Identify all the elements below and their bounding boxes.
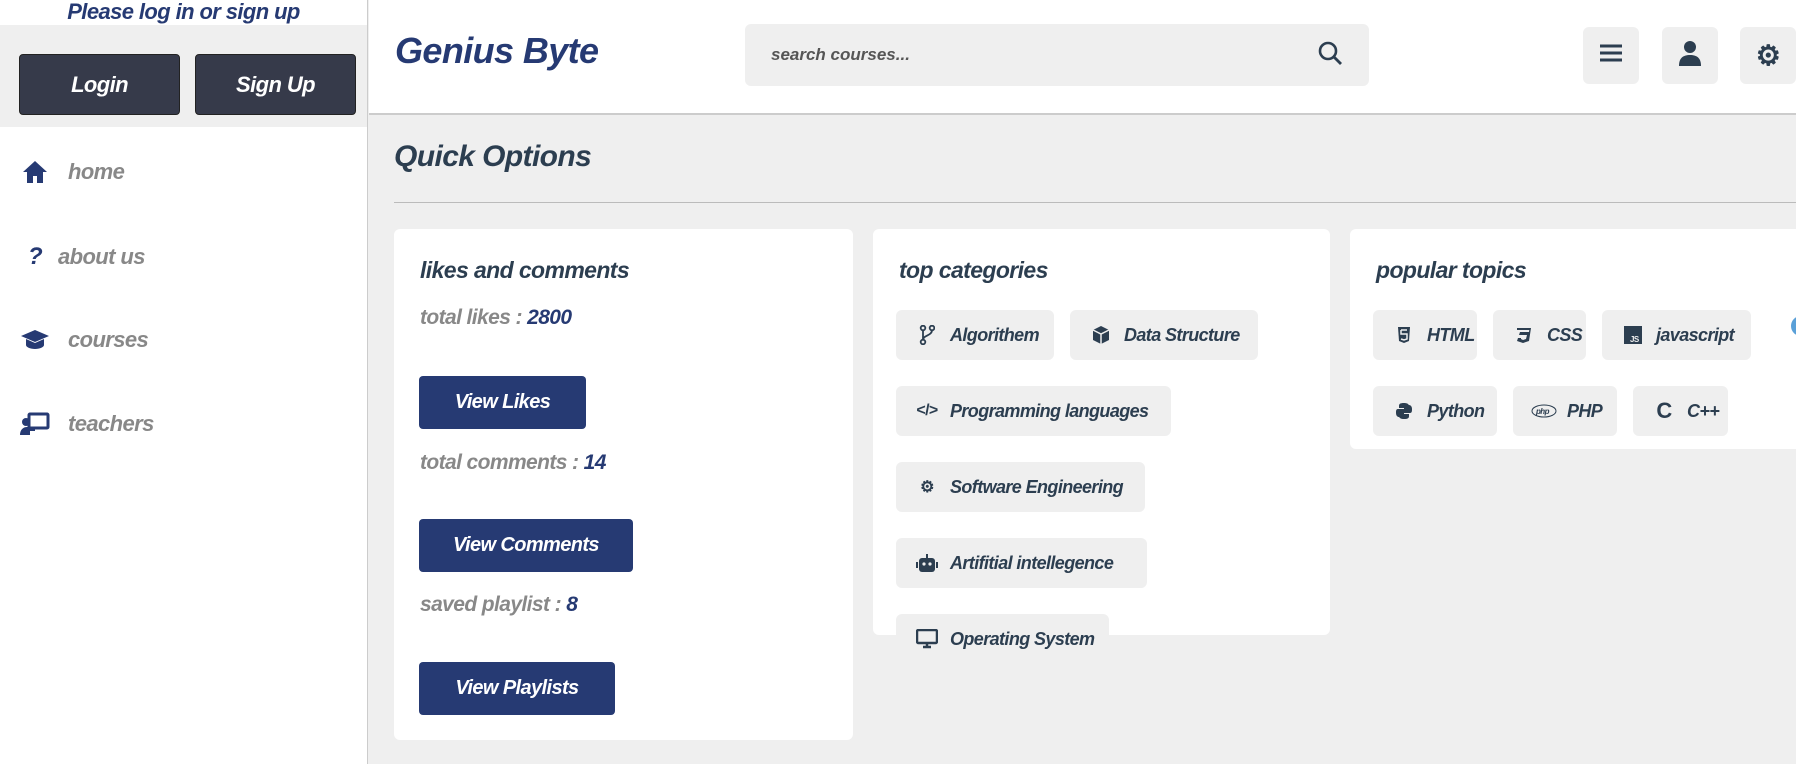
category-chip-artificial-intelligence[interactable]: Artifitial intellegence — [896, 538, 1147, 588]
chip-label: Operating System — [950, 628, 1095, 649]
card-title: top categories — [899, 257, 1048, 283]
sidebar-item-courses[interactable]: courses — [20, 320, 149, 360]
top-categories-card: top categories Algorithem Data Structure… — [873, 229, 1330, 664]
cube-icon — [1088, 325, 1114, 345]
search-input[interactable] — [771, 45, 1317, 65]
menu-button[interactable] — [1583, 27, 1639, 84]
stat-value: 2800 — [527, 306, 572, 329]
popular-topics-card: popular topics HTML CSS JS javascript Pyt… — [1350, 229, 1796, 449]
header: Genius Byte ⚙ — [369, 0, 1796, 115]
search-bar — [745, 24, 1369, 86]
html5-icon — [1391, 326, 1417, 344]
category-chip-programming-languages[interactable]: </> Programming languages — [896, 386, 1171, 436]
topic-chip-html[interactable]: HTML — [1373, 310, 1477, 360]
user-icon — [1679, 40, 1701, 71]
page-title: Quick Options — [394, 140, 592, 173]
category-chip-software-engineering[interactable]: ⚙ Software Engineering — [896, 462, 1145, 512]
chip-label: Programming languages — [950, 400, 1149, 421]
saved-playlist: saved playlist : 8 — [420, 593, 578, 617]
chip-label: C++ — [1687, 400, 1720, 421]
graduation-cap-icon — [20, 329, 50, 351]
gear-icon: ⚙ — [1755, 40, 1781, 71]
svg-text:JS: JS — [1630, 335, 1640, 344]
chip-label: Data Structure — [1124, 324, 1240, 345]
robot-icon — [914, 553, 940, 573]
topic-chip-javascript[interactable]: JS javascript — [1602, 310, 1751, 360]
code-icon: </> — [916, 402, 938, 419]
card-title: likes and comments — [420, 257, 630, 283]
gears-icon: ⚙ — [920, 479, 934, 496]
total-likes: total likes : 2800 — [420, 306, 572, 330]
divider — [394, 202, 1796, 203]
topic-chip-css[interactable]: CSS — [1493, 310, 1586, 360]
auth-panel: Login Sign Up — [0, 25, 367, 127]
sidebar-item-label: home — [68, 159, 125, 184]
chip-label: Software Engineering — [950, 476, 1124, 497]
logo[interactable]: Genius Byte — [395, 30, 599, 72]
menu-icon — [1600, 43, 1622, 68]
search-icon[interactable] — [1317, 40, 1343, 71]
login-button[interactable]: Login — [19, 54, 180, 115]
sidebar: Please log in or sign up Login Sign Up h… — [0, 0, 368, 764]
php-icon: php — [1531, 404, 1557, 418]
login-message: Please log in or sign up — [67, 0, 300, 24]
topic-chip-cpp[interactable]: C C++ — [1633, 386, 1728, 436]
sidebar-item-label: courses — [68, 327, 149, 352]
stat-label: saved playlist : — [420, 593, 567, 616]
signup-button[interactable]: Sign Up — [195, 54, 356, 115]
sidebar-item-home[interactable]: home — [20, 152, 125, 192]
chip-label: Python — [1427, 400, 1485, 421]
js-icon: JS — [1620, 326, 1646, 344]
category-chip-operating-system[interactable]: Operating System — [896, 614, 1109, 664]
stat-label: total likes : — [420, 306, 528, 329]
stat-value: 14 — [583, 451, 607, 474]
card-title: popular topics — [1376, 257, 1527, 283]
sidebar-item-label: about us — [58, 244, 145, 269]
chalkboard-teacher-icon — [20, 412, 50, 436]
category-chip-data-structure[interactable]: Data Structure — [1070, 310, 1258, 360]
topic-chip-python[interactable]: Python — [1373, 386, 1497, 436]
sidebar-item-label: teachers — [68, 411, 154, 436]
sidebar-item-about-us[interactable]: ? about us — [20, 237, 146, 277]
css3-icon — [1511, 326, 1537, 344]
home-icon — [20, 160, 50, 184]
view-playlists-button[interactable]: View Playlists — [419, 662, 615, 715]
chip-label: Algorithem — [950, 324, 1040, 345]
svg-text:php: php — [1535, 407, 1550, 416]
desktop-icon — [914, 629, 940, 649]
chip-label: PHP — [1567, 400, 1603, 421]
settings-button[interactable]: ⚙ — [1740, 27, 1796, 84]
user-button[interactable] — [1662, 27, 1718, 84]
question-icon: ? — [27, 243, 43, 270]
sidebar-item-teachers[interactable]: teachers — [20, 404, 154, 444]
category-chip-algorithem[interactable]: Algorithem — [896, 310, 1054, 360]
c-icon: C — [1656, 398, 1672, 423]
total-comments: total comments : 14 — [420, 451, 606, 475]
python-icon — [1391, 402, 1417, 420]
code-branch-icon — [914, 325, 940, 345]
topic-chip-php[interactable]: php PHP — [1513, 386, 1617, 436]
view-comments-button[interactable]: View Comments — [419, 519, 633, 572]
chip-label: CSS — [1547, 324, 1583, 345]
chip-label: HTML — [1427, 324, 1475, 345]
stat-label: total comments : — [420, 451, 584, 474]
likes-comments-card: likes and comments total likes : 2800 Vi… — [394, 229, 853, 740]
stat-value: 8 — [566, 593, 578, 616]
chip-label: Artifitial intellegence — [950, 552, 1114, 573]
view-likes-button[interactable]: View Likes — [419, 376, 586, 429]
chip-label: javascript — [1656, 324, 1735, 345]
